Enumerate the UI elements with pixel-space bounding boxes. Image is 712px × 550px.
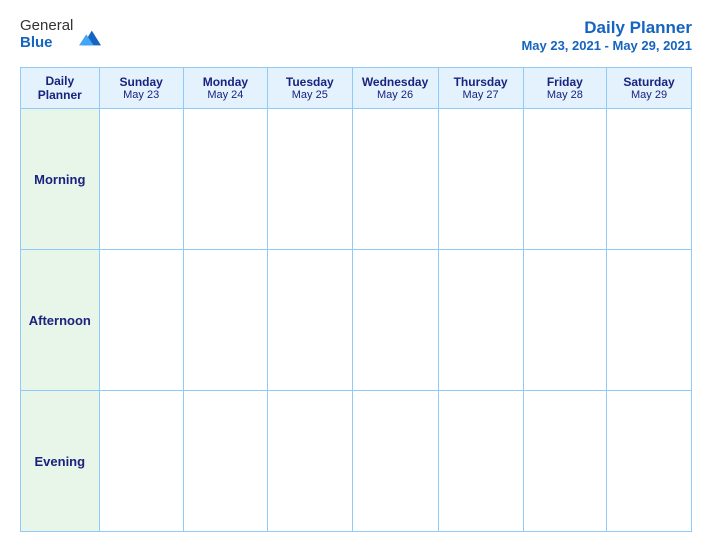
cell-morning-friday[interactable] <box>523 109 607 250</box>
row-label-afternoon: Afternoon <box>21 250 100 391</box>
cell-evening-wednesday[interactable] <box>352 391 438 532</box>
page-header: General Blue Daily Planner May 23, 2021 … <box>20 18 692 53</box>
header-day-monday: MondayMay 24 <box>183 68 267 109</box>
cell-evening-tuesday[interactable] <box>268 391 353 532</box>
cell-evening-friday[interactable] <box>523 391 607 532</box>
row-afternoon: Afternoon <box>21 250 692 391</box>
cell-evening-sunday[interactable] <box>99 391 183 532</box>
row-morning: Morning <box>21 109 692 250</box>
header-day-thursday: ThursdayMay 27 <box>438 68 523 109</box>
row-evening: Evening <box>21 391 692 532</box>
cell-evening-monday[interactable] <box>183 391 267 532</box>
logo-icon <box>79 27 101 49</box>
header-daily-planner-label: Daily Planner <box>25 74 95 102</box>
title-area: Daily Planner May 23, 2021 - May 29, 202… <box>521 18 692 53</box>
header-label-col: Daily Planner <box>21 68 100 109</box>
planner-body: MorningAfternoonEvening <box>21 109 692 532</box>
cell-afternoon-saturday[interactable] <box>607 250 692 391</box>
cell-morning-monday[interactable] <box>183 109 267 250</box>
header-day-sunday: SundayMay 23 <box>99 68 183 109</box>
cell-evening-thursday[interactable] <box>438 391 523 532</box>
cell-morning-tuesday[interactable] <box>268 109 353 250</box>
page-title: Daily Planner <box>521 18 692 38</box>
header-day-friday: FridayMay 28 <box>523 68 607 109</box>
cell-morning-sunday[interactable] <box>99 109 183 250</box>
cell-morning-thursday[interactable] <box>438 109 523 250</box>
cell-afternoon-friday[interactable] <box>523 250 607 391</box>
header-day-saturday: SaturdayMay 29 <box>607 68 692 109</box>
header-day-tuesday: TuesdayMay 25 <box>268 68 353 109</box>
logo-general: General <box>20 18 73 35</box>
row-label-morning: Morning <box>21 109 100 250</box>
cell-afternoon-wednesday[interactable] <box>352 250 438 391</box>
cell-afternoon-monday[interactable] <box>183 250 267 391</box>
cell-afternoon-thursday[interactable] <box>438 250 523 391</box>
logo: General Blue <box>20 18 101 51</box>
cell-afternoon-sunday[interactable] <box>99 250 183 391</box>
date-range: May 23, 2021 - May 29, 2021 <box>521 38 692 53</box>
cell-morning-saturday[interactable] <box>607 109 692 250</box>
cell-evening-saturday[interactable] <box>607 391 692 532</box>
cell-afternoon-tuesday[interactable] <box>268 250 353 391</box>
planner-table: Daily Planner SundayMay 23MondayMay 24Tu… <box>20 67 692 532</box>
cell-morning-wednesday[interactable] <box>352 109 438 250</box>
row-label-evening: Evening <box>21 391 100 532</box>
logo-blue: Blue <box>20 35 73 52</box>
header-row: Daily Planner SundayMay 23MondayMay 24Tu… <box>21 68 692 109</box>
header-day-wednesday: WednesdayMay 26 <box>352 68 438 109</box>
